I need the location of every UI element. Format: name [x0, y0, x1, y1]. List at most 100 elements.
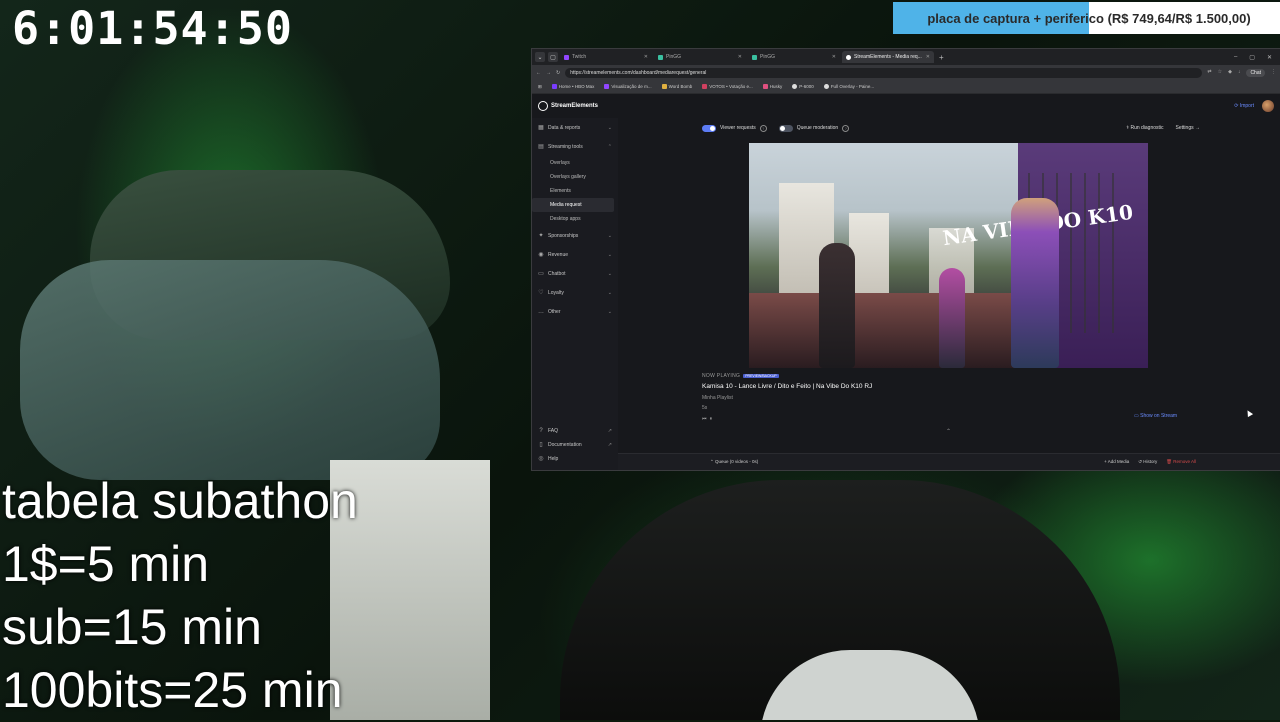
menu-icon[interactable]: ⋮ [1271, 69, 1276, 77]
bookmark-star-icon[interactable]: ☆ [1218, 69, 1222, 77]
question-icon: ? [539, 428, 543, 434]
bookmark-favicon-icon [823, 84, 829, 89]
bookmark-item[interactable]: Home • HBO Max [551, 84, 595, 89]
bookmark-item[interactable]: Visualização de m... [604, 84, 652, 89]
minimize-icon[interactable]: – [1234, 54, 1237, 61]
browser-tab[interactable]: PinGG ✕ [748, 51, 840, 63]
tools-icon: ▤ [538, 143, 544, 150]
sidebar-subitem-media-request[interactable]: Media request [532, 198, 614, 212]
sidebar-item-other[interactable]: … Other ⌄ [532, 302, 618, 321]
chevron-down-icon: ⌄ [607, 232, 612, 239]
forward-icon[interactable]: → [546, 70, 551, 76]
help-icon: ◎ [538, 456, 544, 462]
chat-button[interactable]: Chat [1246, 68, 1265, 77]
sidebar-subitem-desktop-apps[interactable]: Desktop apps [532, 212, 618, 226]
cloth-shape [20, 260, 440, 480]
sidebar-item-data-reports[interactable]: ▦ Data & reports ⌄ [532, 118, 618, 137]
bookmark-label: Husky [769, 84, 783, 89]
close-icon[interactable]: ✕ [832, 54, 836, 60]
sidebar-item-label: Streaming tools [548, 143, 583, 150]
reload-icon[interactable]: ↻ [556, 70, 560, 76]
info-icon[interactable]: ? [759, 124, 767, 132]
url-field[interactable]: https://streamelements.com/dashboard/med… [565, 67, 1203, 78]
sidebar-subitem-overlays-gallery[interactable]: Overlays gallery [532, 170, 618, 184]
avatar[interactable] [1262, 100, 1274, 112]
queue-moderation-toggle[interactable] [778, 124, 793, 132]
close-icon[interactable]: ✕ [644, 54, 648, 60]
sidebar-item-label: Sponsorships [548, 232, 579, 239]
run-diagnostic-button[interactable]: ⚕ Run diagnostic [1126, 125, 1163, 131]
history-button[interactable]: ↺ History [1138, 459, 1157, 465]
sidebar-link-documentation[interactable]: ▯ Documentation ↗ [532, 438, 618, 452]
settings-label: Settings [1175, 125, 1194, 131]
bookmark-label: Home • HBO Max [558, 84, 595, 89]
browser-tab[interactable]: Twitch ✕ [560, 51, 652, 63]
sidebar-item-revenue[interactable]: ◉ Revenue ⌄ [532, 245, 618, 264]
close-icon[interactable]: ✕ [738, 54, 742, 60]
queue-toggle[interactable]: ⌃ Queue (0 videos - 0s) [710, 459, 758, 465]
new-tab-icon[interactable]: + [939, 53, 944, 62]
streamelements-logo-icon [538, 101, 548, 111]
chevron-up-icon[interactable]: ⌃ [946, 428, 951, 435]
translate-icon[interactable]: ⇄ [1207, 69, 1211, 77]
browser-tab-active[interactable]: StreamElements - Media req... ✕ [842, 51, 934, 63]
queue-label: Queue (0 videos - 0s) [715, 459, 759, 464]
remove-all-button[interactable]: 🗑 Remove All [1166, 459, 1196, 465]
import-button[interactable]: ⟳ Import [1234, 103, 1254, 109]
close-window-icon[interactable]: ✕ [1267, 54, 1272, 61]
info-icon[interactable]: ? [842, 124, 850, 132]
queue-bar: ⌃ Queue (0 videos - 0s) + Add Media ↺ Hi… [618, 453, 1280, 470]
url-text: https://streamelements.com/dashboard/med… [570, 69, 707, 76]
now-playing-panel: NOW PLAYING PREVIEW/BACKUP Kamisa 10 - La… [702, 373, 872, 422]
run-diagnostic-label: Run diagnostic [1130, 125, 1164, 131]
bookmark-item[interactable]: P-6000 [792, 84, 814, 89]
sidebar-link-help[interactable]: ◎ Help [532, 452, 618, 466]
browser-tab[interactable]: PinGG ✕ [654, 51, 746, 63]
goal-bar: placa de captura + periferico (R$ 749,64… [893, 2, 1280, 34]
sidebar-item-sponsorships[interactable]: ✦ Sponsorships ⌄ [532, 226, 618, 245]
sidebar-item-chatbot[interactable]: ▭ Chatbot ⌄ [532, 264, 618, 283]
tab-groups-button[interactable]: ▢ [548, 52, 558, 62]
extensions-icon[interactable]: ◆ [1228, 69, 1232, 77]
maximize-icon[interactable]: ▢ [1249, 54, 1255, 61]
external-link-icon: ↗ [607, 428, 612, 434]
apps-icon[interactable]: ⊞ [538, 84, 542, 90]
streamelements-favicon-icon [846, 54, 851, 60]
back-icon[interactable]: ← [536, 70, 541, 76]
sidebar-link-faq[interactable]: ? FAQ ↗ [532, 424, 618, 438]
bookmark-item[interactable]: Word Bomb [661, 84, 692, 89]
chevron-down-icon: ⌄ [607, 308, 612, 315]
bookmark-favicon-icon [661, 84, 667, 89]
se-logo[interactable]: StreamElements [538, 101, 598, 111]
viewer-requests-label: Viewer requests [720, 125, 756, 131]
pause-icon[interactable]: ⏸ [710, 416, 716, 422]
tab-label: PinGG [666, 54, 682, 60]
viewer-requests-toggle[interactable] [702, 124, 716, 132]
sidebar-item-streaming-tools[interactable]: ▤ Streaming tools ⌃ [532, 137, 618, 156]
sidebar-subitem-overlays[interactable]: Overlays [532, 156, 618, 170]
tab-label: PinGG [760, 54, 776, 60]
add-media-button[interactable]: + Add Media [1104, 459, 1129, 465]
now-playing-title: Kamisa 10 - Lance Livre / Dito e Feito |… [702, 383, 873, 390]
arrow-right-icon: → [1195, 125, 1200, 131]
video-player[interactable]: NA VIBE DO K10 [749, 143, 1148, 368]
subathon-table: tabela subathon 1$=5 min sub=15 min 100b… [2, 470, 358, 722]
import-label: Import [1239, 103, 1254, 109]
pingg-favicon-icon [752, 54, 757, 60]
show-on-stream-button[interactable]: ▭ Show on Stream [1134, 413, 1177, 419]
sidebar-item-loyalty[interactable]: ♡ Loyalty ⌄ [532, 283, 618, 302]
close-icon[interactable]: ✕ [926, 54, 930, 60]
settings-button[interactable]: Settings → [1176, 125, 1200, 131]
chevron-down-icon: ⌄ [607, 270, 612, 277]
bookmark-item[interactable]: Husky [762, 84, 783, 89]
bookmark-item[interactable]: VOTOS • Votação e... [702, 84, 753, 89]
more-icon: … [538, 308, 544, 315]
download-icon[interactable]: ↓ [1238, 69, 1241, 77]
sidebar-item-label: Help [548, 456, 559, 462]
se-header: StreamElements ⟳ Import [532, 94, 1280, 118]
playlist-name: Minha Playlist [702, 395, 733, 401]
tab-search-button[interactable]: ⌄ [535, 52, 545, 62]
sidebar-subitem-elements[interactable]: Elements [532, 184, 618, 198]
skip-back-icon[interactable]: ⏮ [702, 416, 710, 422]
bookmark-item[interactable]: Full Overlay - Paine... [823, 84, 874, 89]
